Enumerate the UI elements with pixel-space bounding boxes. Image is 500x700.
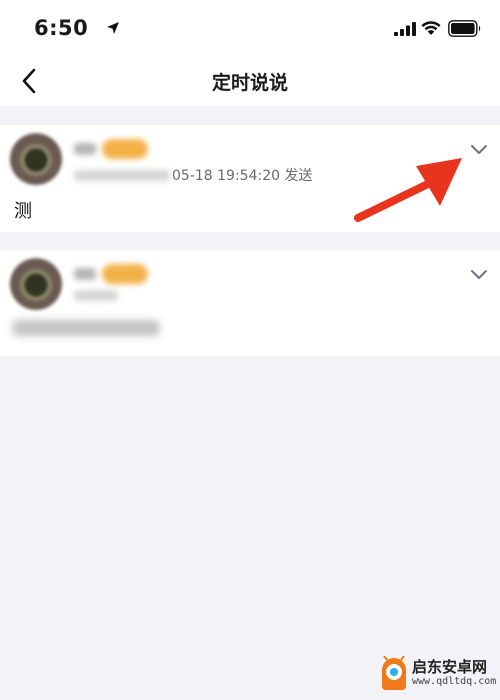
post-content-blurred [12,320,160,336]
post-meta [74,290,120,301]
chevron-down-icon [471,144,487,154]
nav-bar: 定时说说 [0,60,500,106]
red-arrow-annotation-icon [354,158,462,222]
avatar[interactable] [10,133,62,185]
watermark: 启东安卓网 www.qdltdq.com [376,654,496,696]
post-time: 05-18 19:54:20 发送 [172,168,313,184]
post-menu-button[interactable] [468,266,490,282]
page-title: 定时说说 [211,72,288,94]
avatar[interactable] [10,258,62,310]
post-menu-button[interactable] [468,141,490,157]
status-bar: 6:50 [0,0,500,60]
watermark-title: 启东安卓网 [412,658,488,676]
watermark-logo-icon [382,656,406,690]
location-arrow-icon [107,22,119,34]
post-meta: 05-18 19:54:20 发送 [74,165,312,185]
author-name-blurred [74,137,154,161]
wifi-icon [421,21,441,35]
meta-date-blurred [74,169,170,181]
author-name-blurred [74,262,154,286]
post-content: 测 [14,201,32,222]
post-card [0,250,500,356]
chevron-down-icon [471,269,487,279]
meta-date-blurred [74,290,118,301]
status-time: 6:50 [34,16,89,40]
battery-icon [448,20,481,37]
signal-icon [394,22,416,36]
watermark-url: www.qdltdq.com [412,676,497,687]
